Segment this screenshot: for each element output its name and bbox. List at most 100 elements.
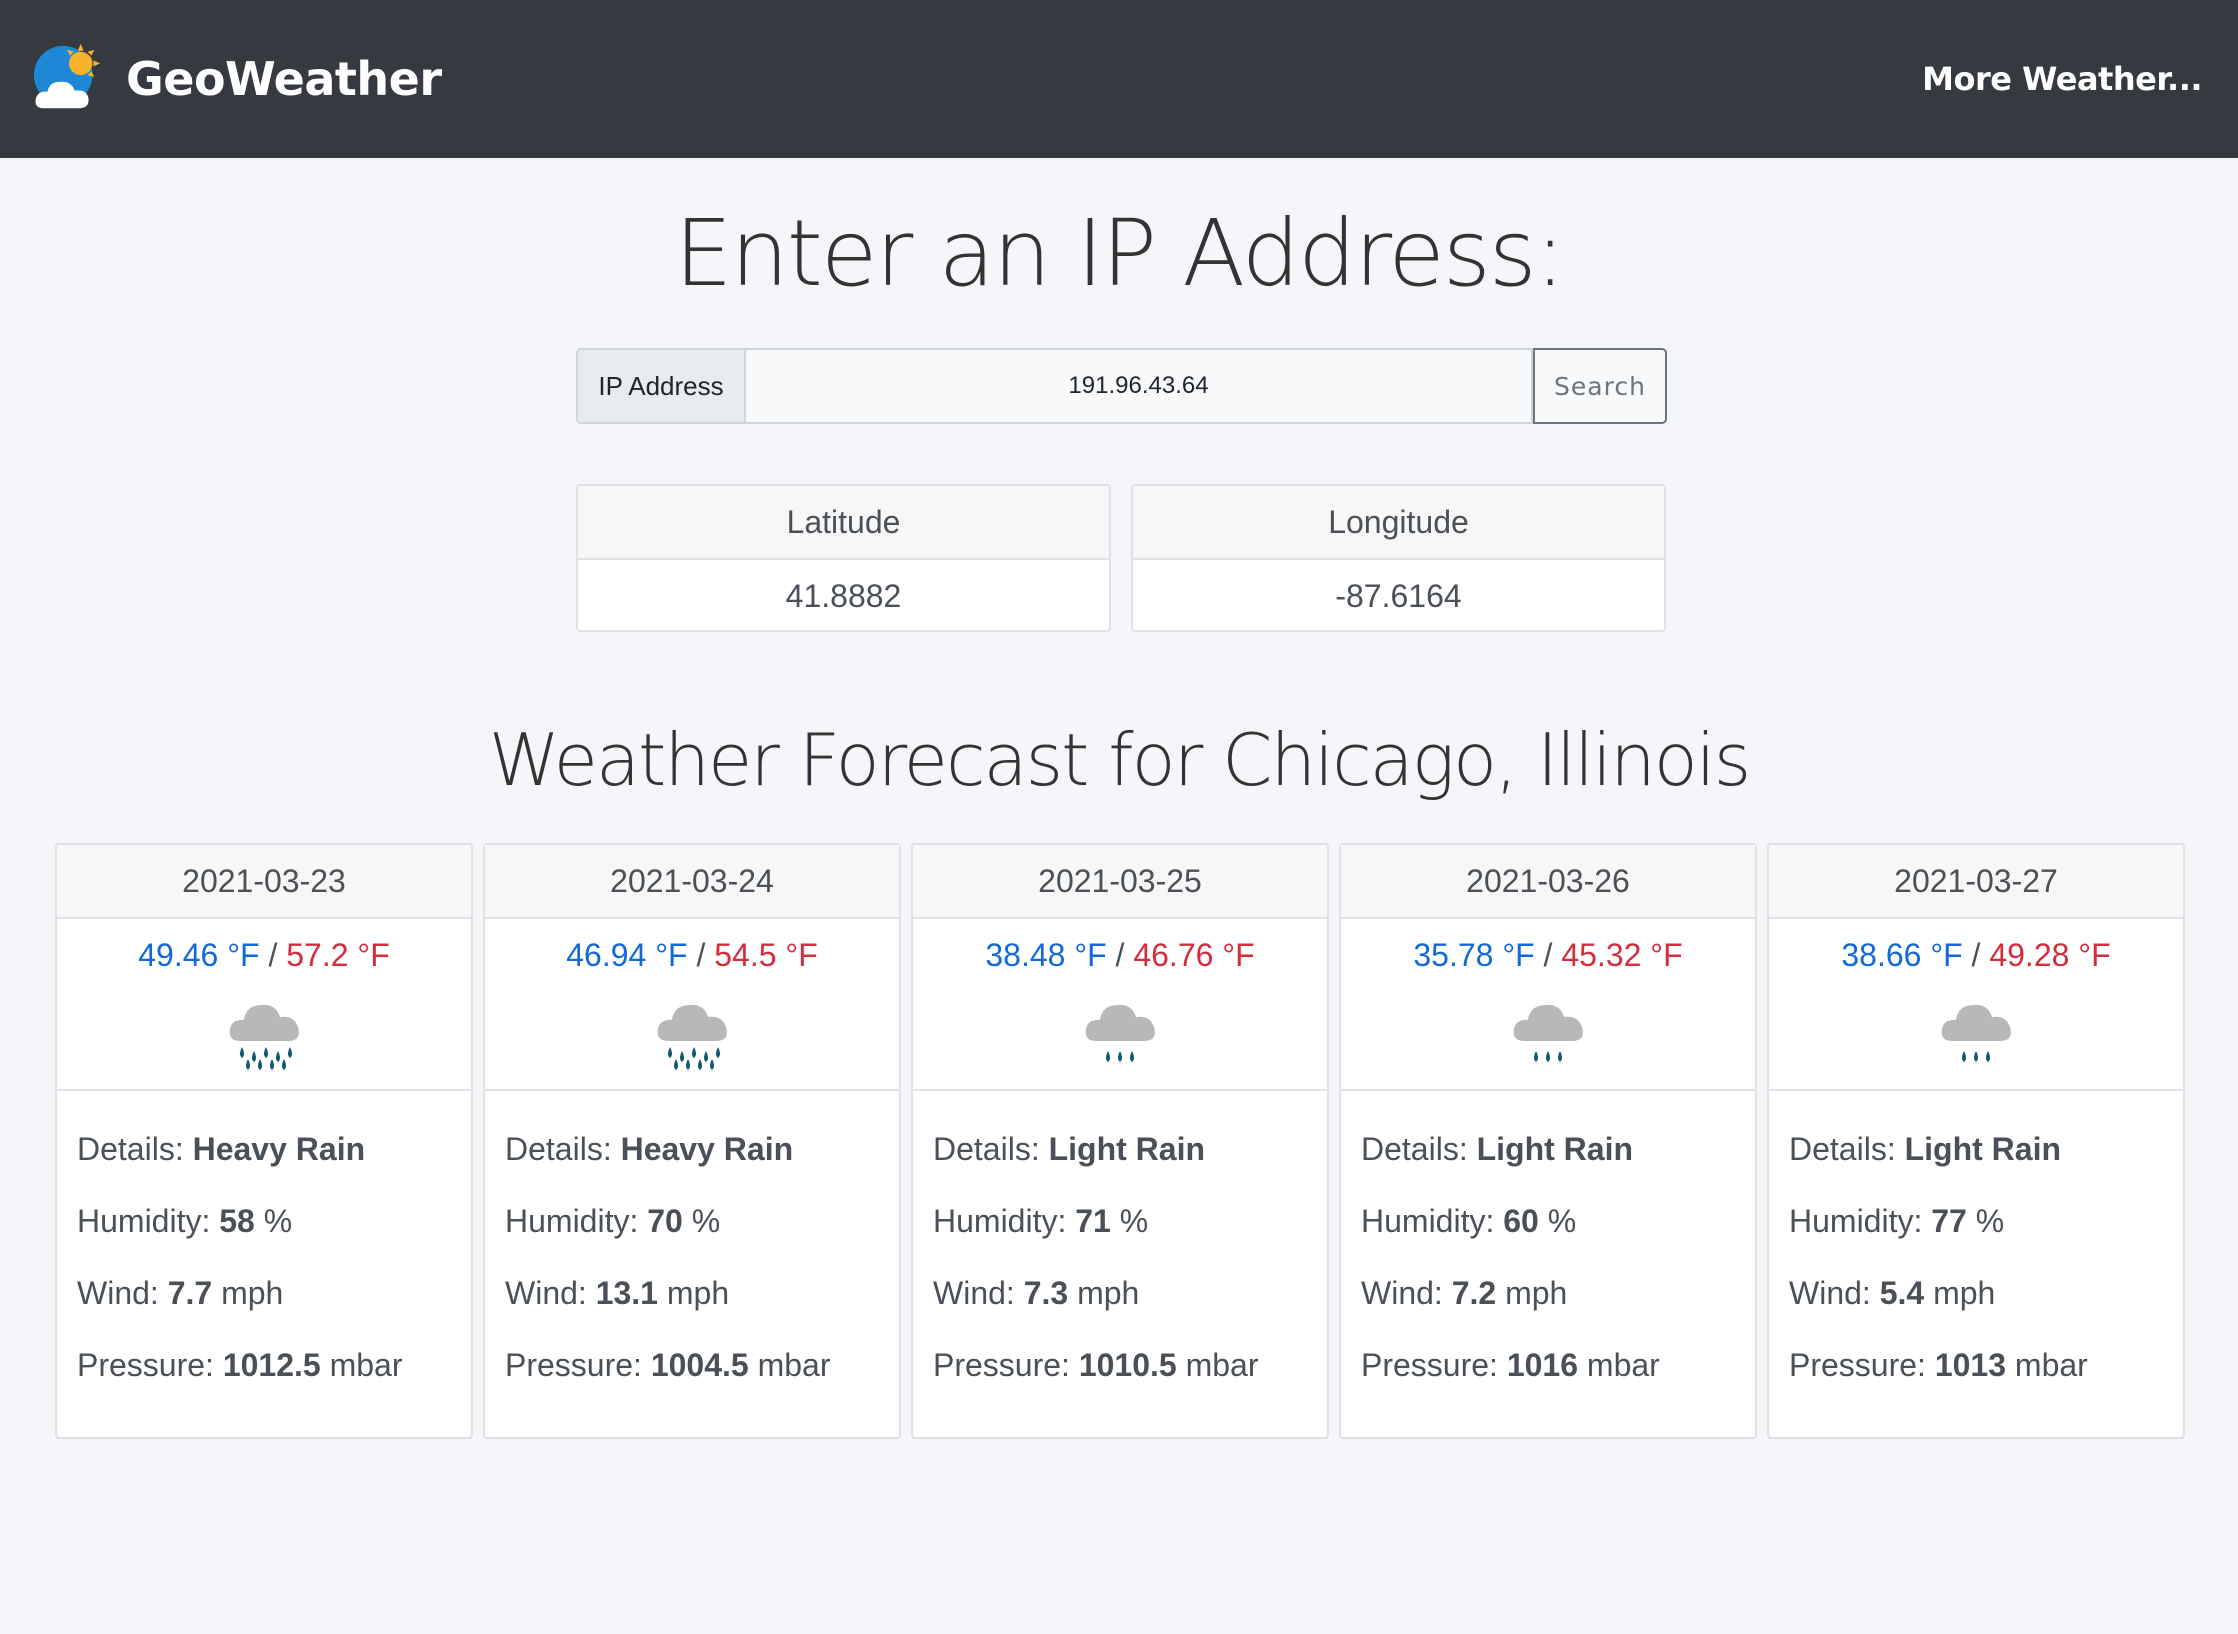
- pressure-unit: mbar: [329, 1347, 403, 1383]
- forecast-summary: 35.78 °F / 45.32 °F: [1341, 919, 1755, 1091]
- wind-label: Wind:: [505, 1275, 587, 1311]
- high-temp: 46.76 °F: [1133, 937, 1255, 973]
- humidity-row: Humidity: 77 %: [1789, 1195, 2163, 1267]
- wind-value: 7.3: [1023, 1275, 1069, 1311]
- high-temp: 49.28 °F: [1989, 937, 2111, 973]
- icon-slot: [485, 985, 899, 1075]
- forecast-details: Details: Heavy Rain Humidity: 70 % Wind:…: [485, 1091, 899, 1411]
- details-label: Details:: [505, 1131, 612, 1167]
- pressure-value: 1010.5: [1078, 1347, 1177, 1383]
- details-value: Heavy Rain: [620, 1131, 794, 1167]
- forecast-summary: 38.66 °F / 49.28 °F: [1769, 919, 2183, 1091]
- high-temp: 45.32 °F: [1561, 937, 1683, 973]
- low-temp: 35.78 °F: [1413, 937, 1535, 973]
- forecast-date: 2021-03-26: [1341, 845, 1755, 919]
- details-value: Heavy Rain: [192, 1131, 366, 1167]
- ip-address-input[interactable]: [744, 348, 1533, 424]
- forecast-date: 2021-03-24: [485, 845, 899, 919]
- brand[interactable]: GeoWeather: [30, 40, 442, 118]
- temp-separator: /: [696, 937, 706, 973]
- wind-value: 7.7: [167, 1275, 213, 1311]
- pressure-label: Pressure:: [1361, 1347, 1498, 1383]
- details-label: Details:: [1361, 1131, 1468, 1167]
- pressure-unit: mbar: [1185, 1347, 1259, 1383]
- humidity-label: Humidity:: [77, 1203, 211, 1239]
- forecast-row: 2021-03-23 49.46 °F / 57.2 °F Details: H…: [55, 843, 2185, 1439]
- forecast-date: 2021-03-25: [913, 845, 1327, 919]
- wind-label: Wind:: [933, 1275, 1015, 1311]
- pressure-value: 1004.5: [650, 1347, 749, 1383]
- forecast-day-card-2021-03-26: 2021-03-26 35.78 °F / 45.32 °F Details: …: [1339, 843, 1757, 1439]
- wind-unit: mph: [666, 1275, 730, 1311]
- humidity-row: Humidity: 60 %: [1361, 1195, 1735, 1267]
- temperature-range: 49.46 °F / 57.2 °F: [57, 919, 471, 985]
- humidity-value: 70: [647, 1203, 683, 1239]
- temperature-range: 38.66 °F / 49.28 °F: [1769, 919, 2183, 985]
- brand-name: GeoWeather: [126, 52, 442, 106]
- low-temp: 49.46 °F: [138, 937, 260, 973]
- pressure-row: Pressure: 1016 mbar: [1361, 1339, 1735, 1411]
- temp-separator: /: [1971, 937, 1981, 973]
- humidity-label: Humidity:: [1361, 1203, 1495, 1239]
- details-row: Details: Heavy Rain: [505, 1123, 879, 1195]
- wind-row: Wind: 7.3 mph: [933, 1267, 1307, 1339]
- light-rain-icon: [1085, 1004, 1155, 1062]
- wind-unit: mph: [1505, 1275, 1568, 1311]
- forecast-day-card-2021-03-23: 2021-03-23 49.46 °F / 57.2 °F Details: H…: [55, 843, 473, 1439]
- pressure-label: Pressure:: [505, 1347, 642, 1383]
- longitude-card: Longitude -87.6164: [1131, 484, 1666, 632]
- latitude-value: 41.8882: [785, 577, 902, 614]
- pressure-label: Pressure:: [1789, 1347, 1926, 1383]
- wind-row: Wind: 7.2 mph: [1361, 1267, 1735, 1339]
- pressure-row: Pressure: 1013 mbar: [1789, 1339, 2163, 1411]
- details-label: Details:: [1789, 1131, 1896, 1167]
- humidity-unit: %: [1547, 1203, 1577, 1239]
- icon-slot: [1341, 985, 1755, 1075]
- pressure-value: 1016: [1506, 1347, 1579, 1383]
- temp-separator: /: [1543, 937, 1553, 973]
- longitude-value: -87.6164: [1335, 577, 1462, 614]
- humidity-value: 60: [1503, 1203, 1539, 1239]
- forecast-summary: 38.48 °F / 46.76 °F: [913, 919, 1327, 1091]
- wind-row: Wind: 13.1 mph: [505, 1267, 879, 1339]
- details-label: Details:: [933, 1131, 1040, 1167]
- details-row: Details: Light Rain: [1361, 1123, 1735, 1195]
- forecast-day-card-2021-03-25: 2021-03-25 38.48 °F / 46.76 °F Details: …: [911, 843, 1329, 1439]
- forecast-details: Details: Light Rain Humidity: 71 % Wind:…: [913, 1091, 1327, 1411]
- search-button[interactable]: Search: [1533, 348, 1667, 424]
- icon-slot: [1769, 985, 2183, 1075]
- humidity-label: Humidity:: [505, 1203, 639, 1239]
- forecast-day-card-2021-03-27: 2021-03-27 38.66 °F / 49.28 °F Details: …: [1767, 843, 2185, 1439]
- details-value: Light Rain: [1048, 1131, 1206, 1167]
- wind-unit: mph: [221, 1275, 284, 1311]
- details-row: Details: Light Rain: [933, 1123, 1307, 1195]
- wind-unit: mph: [1077, 1275, 1140, 1311]
- wind-row: Wind: 5.4 mph: [1789, 1267, 2163, 1339]
- low-temp: 38.48 °F: [985, 937, 1107, 973]
- light-rain-icon: [1941, 1004, 2011, 1062]
- heavy-rain-icon: [657, 1004, 727, 1070]
- ip-address-label: IP Address: [576, 348, 744, 424]
- pressure-unit: mbar: [757, 1347, 831, 1383]
- wind-unit: mph: [1933, 1275, 1996, 1311]
- humidity-unit: %: [263, 1203, 293, 1239]
- forecast-date: 2021-03-27: [1769, 845, 2183, 919]
- humidity-value: 71: [1075, 1203, 1111, 1239]
- pressure-unit: mbar: [2014, 1347, 2088, 1383]
- temperature-range: 38.48 °F / 46.76 °F: [913, 919, 1327, 985]
- pressure-label: Pressure:: [933, 1347, 1070, 1383]
- humidity-label: Humidity:: [933, 1203, 1067, 1239]
- wind-value: 7.2: [1451, 1275, 1497, 1311]
- weather-logo-icon: [33, 43, 101, 109]
- humidity-unit: %: [691, 1203, 721, 1239]
- longitude-label: Longitude: [1133, 486, 1664, 560]
- heavy-rain-icon: [229, 1004, 299, 1070]
- more-weather-link[interactable]: More Weather...: [1922, 60, 2202, 98]
- page-title: Enter an IP Address:: [674, 200, 1565, 307]
- pressure-row: Pressure: 1004.5 mbar: [505, 1339, 879, 1411]
- forecast-day-card-2021-03-24: 2021-03-24 46.94 °F / 54.5 °F Details: H…: [483, 843, 901, 1439]
- high-temp: 57.2 °F: [286, 937, 390, 973]
- forecast-details: Details: Light Rain Humidity: 60 % Wind:…: [1341, 1091, 1755, 1411]
- icon-slot: [913, 985, 1327, 1075]
- pressure-row: Pressure: 1012.5 mbar: [77, 1339, 451, 1411]
